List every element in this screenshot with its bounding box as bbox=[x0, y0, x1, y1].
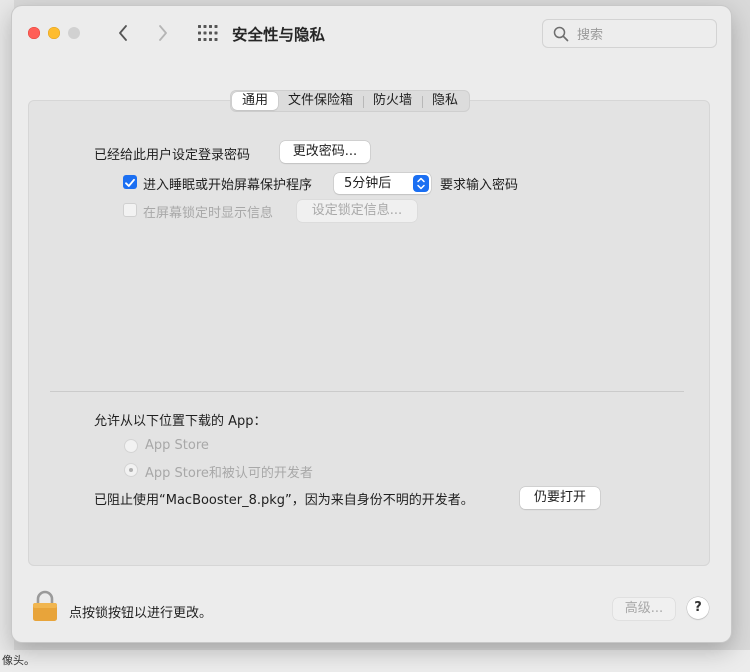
help-button[interactable]: ? bbox=[687, 597, 709, 619]
sleep-delay-value: 5分钟后 bbox=[344, 176, 392, 191]
show-all-grid-icon[interactable] bbox=[198, 25, 218, 41]
show-message-checkbox[interactable] bbox=[123, 203, 137, 217]
tab-privacy[interactable]: 隐私 bbox=[422, 92, 468, 110]
section-divider bbox=[50, 391, 684, 392]
forward-button[interactable] bbox=[151, 20, 175, 46]
radio-app-store[interactable] bbox=[124, 439, 138, 453]
chevron-right-icon bbox=[159, 25, 167, 41]
tab-bar: 通用 文件保险箱 防火墙 隐私 bbox=[230, 90, 471, 112]
titlebar: 安全性与隐私 bbox=[12, 6, 731, 60]
tab-general[interactable]: 通用 bbox=[232, 92, 279, 110]
preferences-window: 安全性与隐私 通用 文件保险箱 防火墙 隐私 已经给此用户设定登录密码 更改密码… bbox=[12, 6, 731, 642]
close-button[interactable] bbox=[28, 27, 40, 39]
advanced-button[interactable]: 高级... bbox=[613, 598, 675, 620]
search-input[interactable] bbox=[575, 24, 709, 46]
radio-app-store-identified-label: App Store和被认可的开发者 bbox=[145, 466, 313, 481]
radio-app-store-identified[interactable] bbox=[124, 463, 138, 477]
password-set-label: 已经给此用户设定登录密码 bbox=[94, 148, 251, 163]
tab-firewall[interactable]: 防火墙 bbox=[363, 92, 422, 110]
background-text: 像头。 bbox=[2, 654, 35, 667]
checkmark-icon bbox=[125, 178, 135, 187]
tab-filevault[interactable]: 文件保险箱 bbox=[278, 92, 363, 110]
window-title: 安全性与隐私 bbox=[232, 26, 326, 44]
search-field[interactable] bbox=[542, 19, 717, 48]
zoom-button[interactable] bbox=[68, 27, 80, 39]
lock-icon[interactable] bbox=[32, 590, 58, 622]
lock-label: 点按锁按钮以进行更改。 bbox=[69, 606, 213, 621]
sleep-checkbox-label: 进入睡眠或开始屏幕保护程序 bbox=[143, 178, 313, 193]
open-anyway-button[interactable]: 仍要打开 bbox=[520, 487, 600, 509]
chevron-left-icon bbox=[119, 25, 127, 41]
set-lock-message-button[interactable]: 设定锁定信息... bbox=[297, 200, 417, 222]
show-message-label: 在屏幕锁定时显示信息 bbox=[143, 206, 274, 221]
downloads-heading: 允许从以下位置下载的 App： bbox=[94, 414, 267, 429]
sleep-delay-select[interactable]: 5分钟后 bbox=[334, 173, 431, 194]
background-window-bottom: 像头。 bbox=[0, 650, 750, 672]
blocked-app-message: 已阻止使用“MacBooster_8.pkg”，因为来自身份不明的开发者。 bbox=[94, 493, 474, 508]
sleep-require-password-checkbox[interactable] bbox=[123, 175, 137, 189]
change-password-button[interactable]: 更改密码... bbox=[280, 141, 370, 163]
popup-stepper-icon bbox=[413, 175, 429, 192]
require-password-label: 要求输入密码 bbox=[440, 178, 519, 193]
minimize-button[interactable] bbox=[48, 27, 60, 39]
back-button[interactable] bbox=[111, 20, 135, 46]
search-icon bbox=[553, 26, 569, 42]
radio-app-store-label: App Store bbox=[145, 438, 209, 453]
